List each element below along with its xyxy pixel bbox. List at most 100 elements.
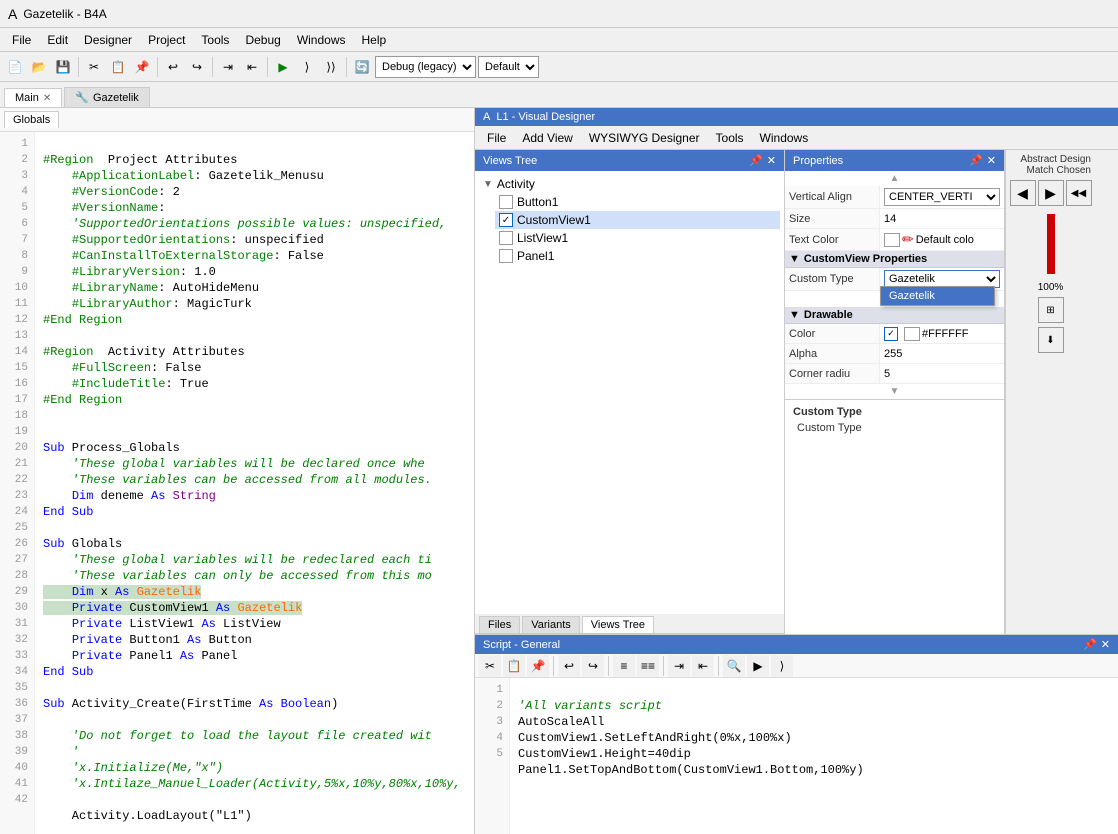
menu-edit[interactable]: Edit <box>39 31 76 49</box>
properties-icon-close[interactable]: ✕ <box>987 154 996 167</box>
menu-help[interactable]: Help <box>354 31 395 49</box>
prop-label-color: Color <box>785 324 880 343</box>
tab-variants[interactable]: Variants <box>522 616 580 633</box>
script-btn-run[interactable]: ▶ <box>747 655 769 677</box>
views-tree-icon-pin[interactable]: 📌 <box>749 154 763 167</box>
tab-gazetelik[interactable]: 🔧 Gazetelik <box>64 87 150 107</box>
prop-section-customview[interactable]: ▼ CustomView Properties <box>785 251 1004 268</box>
tree-content[interactable]: ▼ Activity Button1 ✓ CustomView1 <box>475 171 784 614</box>
script-panel: Script - General 📌 ✕ ✂ 📋 📌 ↩ ↪ ≡ ≡≡ <box>475 634 1118 834</box>
tree-item-activity[interactable]: ▼ Activity <box>479 175 780 193</box>
toolbar-paste[interactable]: 📌 <box>131 56 153 78</box>
debug-mode-select[interactable]: Debug (legacy) <box>375 56 476 78</box>
toolbar-step2[interactable]: ⟩⟩ <box>320 56 342 78</box>
toolbar-undo[interactable]: ↩ <box>162 56 184 78</box>
app-icon: A <box>8 6 17 22</box>
zoom-download-btn[interactable]: ⬇ <box>1038 327 1064 353</box>
tab-views-tree[interactable]: Views Tree <box>582 616 654 633</box>
dropdown-option-gazetelik[interactable]: Gazetelik <box>881 287 994 305</box>
toolbar-run[interactable]: ▶ <box>272 56 294 78</box>
visual-menu-file[interactable]: File <box>479 129 514 147</box>
menu-file[interactable]: File <box>4 31 39 49</box>
script-btn-format[interactable]: ≡ <box>613 655 635 677</box>
properties-icon-pin[interactable]: 📌 <box>969 154 983 167</box>
tree-item-button1[interactable]: Button1 <box>495 193 780 211</box>
menu-debug[interactable]: Debug <box>237 31 288 49</box>
tab-files[interactable]: Files <box>479 616 520 633</box>
visual-menu-tools[interactable]: Tools <box>708 129 752 147</box>
script-sep-1 <box>553 656 554 676</box>
menu-tools[interactable]: Tools <box>193 31 237 49</box>
toolbar-step1[interactable]: ⟩ <box>296 56 318 78</box>
tree-item-panel1[interactable]: Panel1 <box>495 247 780 265</box>
visual-menu-add-view[interactable]: Add View <box>514 129 580 147</box>
code-content[interactable]: 1 2 3 4 5 6 7 8 9 10 11 12 13 14 15 16 1 <box>0 132 474 834</box>
script-btn-paste[interactable]: 📌 <box>527 655 549 677</box>
prop-value-color[interactable]: ✓ #FFFFFF <box>880 324 1004 343</box>
toolbar-save[interactable]: 💾 <box>52 56 74 78</box>
toolbar-open[interactable]: 📂 <box>28 56 50 78</box>
checkbox-customview1[interactable]: ✓ <box>499 213 513 227</box>
menu-designer[interactable]: Designer <box>76 31 140 49</box>
color-checkbox[interactable]: ✓ <box>884 327 898 341</box>
globals-tab[interactable]: Globals <box>4 111 59 128</box>
tree-label-button1: Button1 <box>517 195 558 209</box>
prop-value-text-color[interactable]: ✏ Default colo <box>880 229 1004 250</box>
checkbox-listview1[interactable] <box>499 231 513 245</box>
script-icon-pin[interactable]: 📌 <box>1083 638 1097 651</box>
toolbar-indent[interactable]: ⇥ <box>217 56 239 78</box>
color-box[interactable] <box>904 327 920 341</box>
toolbar-copy[interactable]: 📋 <box>107 56 129 78</box>
script-btn-outdent[interactable]: ⇤ <box>692 655 714 677</box>
views-tree-icon-close[interactable]: ✕ <box>767 154 776 167</box>
window-title: Gazetelik - B4A <box>23 7 106 21</box>
script-icon-close[interactable]: ✕ <box>1101 638 1110 651</box>
menu-project[interactable]: Project <box>140 31 193 49</box>
tree-item-customview1[interactable]: ✓ CustomView1 <box>495 211 780 229</box>
toolbar-sep-4 <box>267 57 268 77</box>
script-content[interactable]: 1 2 3 4 5 'All variants script AutoScale… <box>475 678 1118 834</box>
zoom-controls: 100% ⊞ ⬇ <box>1034 278 1068 357</box>
match-chosen-label: Match Chosen <box>1010 165 1091 176</box>
right-panel: Abstract Design Match Chosen ◀ ▶ ◀◀ 100%… <box>1005 150 1095 634</box>
toolbar-redo[interactable]: ↪ <box>186 56 208 78</box>
text-color-edit-icon[interactable]: ✏ <box>902 231 914 248</box>
toolbar-outdent[interactable]: ⇤ <box>241 56 263 78</box>
custom-type-dropdown[interactable]: Gazetelik <box>880 286 995 306</box>
custom-type-section: Custom Type Custom Type <box>785 399 1004 440</box>
prop-label-corner-radius: Corner radiu <box>785 364 880 383</box>
code-panel: Globals 1 2 3 4 5 6 7 8 9 10 11 12 13 <box>0 108 475 834</box>
script-btn-redo[interactable]: ↪ <box>582 655 604 677</box>
script-btn-indent[interactable]: ⇥ <box>668 655 690 677</box>
visual-menu-wysiwyg[interactable]: WYSIWYG Designer <box>581 129 708 147</box>
toolbar-new[interactable]: 📄 <box>4 56 26 78</box>
script-btn-format2[interactable]: ≡≡ <box>637 655 659 677</box>
zoom-fit-btn[interactable]: ⊞ <box>1038 297 1064 323</box>
toolbar-cut[interactable]: ✂ <box>83 56 105 78</box>
nav-back[interactable]: ◀◀ <box>1066 180 1092 206</box>
visual-menu-windows[interactable]: Windows <box>752 129 817 147</box>
text-color-box[interactable] <box>884 233 900 247</box>
code-lines: 1 2 3 4 5 6 7 8 9 10 11 12 13 14 15 16 1 <box>0 132 474 834</box>
prop-section-drawable[interactable]: ▼ Drawable <box>785 307 1004 324</box>
vertical-align-select[interactable]: CENTER_VERTI <box>884 188 1000 206</box>
checkbox-button1[interactable] <box>499 195 513 209</box>
script-btn-undo[interactable]: ↩ <box>558 655 580 677</box>
tab-main-close[interactable]: ✕ <box>43 93 51 104</box>
tab-main[interactable]: Main ✕ <box>4 88 62 107</box>
menu-windows[interactable]: Windows <box>289 31 354 49</box>
checkbox-panel1[interactable] <box>499 249 513 263</box>
script-btn-search[interactable]: 🔍 <box>723 655 745 677</box>
nav-left[interactable]: ◀ <box>1010 180 1036 206</box>
tree-item-listview1[interactable]: ListView1 <box>495 229 780 247</box>
visual-main: Views Tree 📌 ✕ ▼ Activity <box>475 150 1118 634</box>
tab-gazetelik-icon: 🔧 <box>75 91 89 104</box>
script-btn-copy[interactable]: 📋 <box>503 655 525 677</box>
script-btn-cut[interactable]: ✂ <box>479 655 501 677</box>
config-select[interactable]: Default <box>478 56 539 78</box>
toolbar-refresh[interactable]: 🔄 <box>351 56 373 78</box>
prop-value-vertical-align[interactable]: CENTER_VERTI <box>880 186 1004 208</box>
nav-right[interactable]: ▶ <box>1038 180 1064 206</box>
prop-label-size: Size <box>785 209 880 228</box>
script-btn-step[interactable]: ⟩ <box>771 655 793 677</box>
